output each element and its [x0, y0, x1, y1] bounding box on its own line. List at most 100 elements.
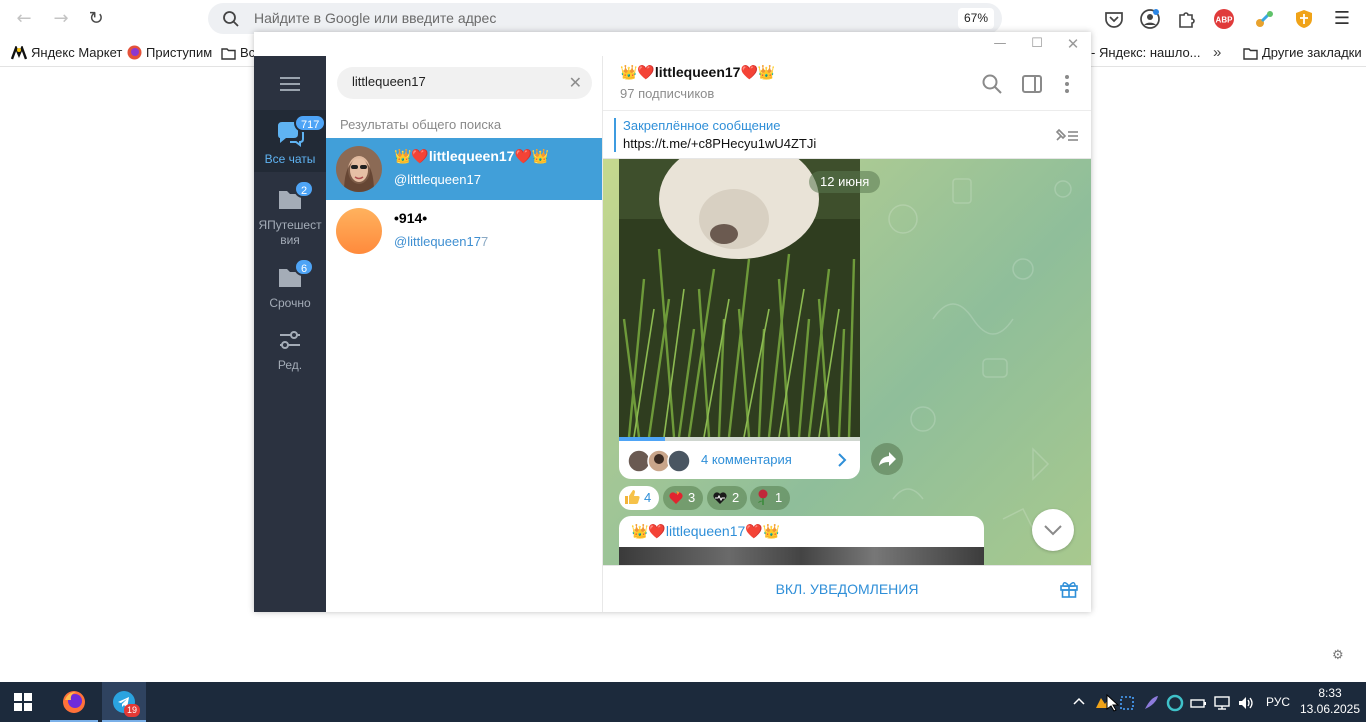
search-result-channel[interactable]: 👑❤️littlequeen17❤️👑 @littlequeen17 [326, 138, 602, 200]
taskbar: 19 РУС 8:33 13.06.2025 [0, 682, 1366, 722]
reaction-count: 1 [775, 490, 783, 505]
pinned-message[interactable]: Закреплённое сообщение https://t.me/+c8P… [603, 111, 1091, 159]
heart-fire-icon [669, 491, 683, 504]
gift-icon[interactable] [1059, 579, 1079, 599]
bookmark-label: Вс [240, 45, 256, 60]
reaction-count: 2 [732, 490, 740, 505]
hamburger-menu-icon[interactable] [280, 76, 300, 92]
chevron-right-icon [838, 453, 847, 467]
folder-edit[interactable]: Ред. [254, 322, 326, 374]
search-icon[interactable] [980, 72, 1004, 96]
bookmark-pristupim[interactable]: Приступим [127, 44, 212, 61]
share-arrow-icon [879, 452, 896, 466]
pinned-title: Закреплённое сообщение [623, 118, 781, 133]
pinned-bar [614, 118, 616, 152]
comments-button[interactable]: 4 комментария [619, 441, 860, 479]
yandex-market-icon [11, 46, 27, 60]
chat-footer: ВКЛ. УВЕДОМЛЕНИЯ [603, 565, 1091, 612]
other-bookmarks[interactable]: Другие закладки [1243, 44, 1362, 61]
windows-start-icon[interactable] [14, 693, 32, 711]
extensions-icon[interactable] [1175, 8, 1197, 30]
folder-label: ЯПутешествия [258, 218, 322, 247]
system-clock[interactable]: 8:33 13.06.2025 [1298, 685, 1362, 717]
bookmark-yandex-market[interactable]: Яндекс Маркет [11, 44, 122, 61]
network-icon[interactable] [1213, 694, 1231, 712]
account-icon[interactable] [1139, 8, 1161, 30]
reaction-heart-fire[interactable]: 3 [663, 486, 704, 510]
rose-icon [758, 489, 768, 505]
close-window-button[interactable]: ✕ [1058, 34, 1088, 54]
message-author: 👑❤️littlequeen17❤️👑 [631, 523, 781, 539]
unread-badge: 717 [294, 114, 327, 132]
more-bookmarks-chevron-icon[interactable]: » [1213, 44, 1221, 61]
enable-notifications-button[interactable]: ВКЛ. УВЕДОМЛЕНИЯ [603, 566, 1091, 613]
folder-icon [221, 48, 236, 60]
telegram-titlebar: — ☐ ✕ [254, 32, 1091, 56]
folder-srochno[interactable]: 6 Срочно [254, 258, 326, 312]
bookmark-yandex-search[interactable]: - Яндекс: нашло... [1091, 44, 1201, 61]
message-photo[interactable] [619, 547, 984, 565]
thumbs-up-icon [625, 490, 640, 504]
video-message[interactable] [619, 159, 860, 437]
subscriber-count: 97 подписчиков [620, 86, 715, 101]
vpn-extension-icon[interactable] [1253, 8, 1275, 30]
scroll-down-button[interactable] [1032, 509, 1074, 551]
zoom-indicator[interactable]: 67% [957, 8, 994, 29]
gear-icon[interactable]: ⚙ [1332, 648, 1344, 663]
adblock-icon[interactable]: ABP [1213, 8, 1235, 30]
folder-yaputeshestviya[interactable]: 2 ЯПутешествия [254, 180, 326, 247]
unread-badge: 2 [294, 180, 315, 198]
folders-sidebar: 717 Все чаты 2 ЯПутешествия 6 Срочно Ред… [254, 56, 327, 612]
language-indicator[interactable]: РУС [1266, 695, 1290, 709]
chat-title: 👑❤️littlequeen17❤️👑 [620, 64, 776, 80]
date-pill: 12 июня [809, 171, 881, 193]
battery-icon[interactable] [1189, 694, 1207, 712]
taskbar-firefox[interactable] [50, 682, 98, 722]
edge-tray-icon[interactable] [1166, 694, 1184, 712]
reaction-count: 4 [644, 490, 652, 505]
pocket-icon[interactable] [1103, 8, 1125, 30]
chat-header[interactable]: 👑❤️littlequeen17❤️👑 97 подписчиков [603, 56, 1091, 111]
clock-time: 8:33 [1318, 686, 1342, 700]
firefox-icon [127, 45, 142, 60]
chevron-up-icon[interactable] [1072, 696, 1086, 706]
chat-messages-area[interactable]: 12 июня 4 комментария 4 3 2 1 👑❤️littleq… [603, 159, 1091, 565]
result-username: @littlequeen17 [394, 172, 481, 187]
menu-icon[interactable]: ☰ [1329, 6, 1355, 32]
search-input[interactable]: littlequeen17 ✕ [337, 67, 592, 99]
sliders-icon [280, 331, 300, 349]
result-name: 👑❤️littlequeen17❤️👑 [394, 148, 550, 164]
more-vertical-icon[interactable] [1055, 72, 1079, 96]
clear-search-icon[interactable]: ✕ [569, 73, 582, 92]
bookmark-label: Приступим [146, 45, 213, 60]
back-button[interactable]: ← [11, 6, 37, 32]
reaction-thumbs-up[interactable]: 4 [619, 486, 660, 510]
reaction-rose[interactable]: 1 [750, 486, 791, 510]
pinned-list-icon[interactable] [1053, 126, 1079, 144]
forward-button[interactable]: → [48, 6, 74, 32]
next-message[interactable]: 👑❤️littlequeen17❤️👑 [619, 516, 984, 565]
firefox-icon [63, 691, 85, 713]
taskbar-telegram[interactable]: 19 [102, 682, 146, 722]
bookmark-folder[interactable]: Вс [221, 44, 255, 61]
folder-all-chats[interactable]: 717 Все чаты [254, 110, 327, 172]
pen-tray-icon[interactable] [1142, 694, 1160, 712]
address-bar[interactable]: Найдите в Google или введите адрес 67% [208, 3, 1002, 34]
screenshot-tool-icon[interactable] [1118, 694, 1136, 712]
bookmark-label: Яндекс Маркет [31, 45, 123, 60]
minimize-button[interactable]: — [985, 34, 1015, 54]
folder-label: Срочно [269, 296, 311, 310]
reload-button[interactable]: ↻ [83, 6, 109, 32]
volume-icon[interactable] [1237, 694, 1255, 712]
maximize-button[interactable]: ☐ [1022, 34, 1052, 54]
folder-label: Все чаты [264, 152, 316, 166]
share-button[interactable] [871, 443, 903, 475]
result-username: @littlequeen177 [394, 234, 489, 249]
reaction-black-heart[interactable]: 2 [707, 486, 748, 510]
sidebar-toggle-icon[interactable] [1020, 72, 1044, 96]
search-icon [223, 11, 239, 27]
address-placeholder: Найдите в Google или введите адрес [254, 10, 497, 26]
shield-extension-icon[interactable] [1293, 8, 1315, 30]
chevron-down-icon [1044, 525, 1062, 536]
search-result-user[interactable]: •914• @littlequeen177 [326, 200, 602, 262]
